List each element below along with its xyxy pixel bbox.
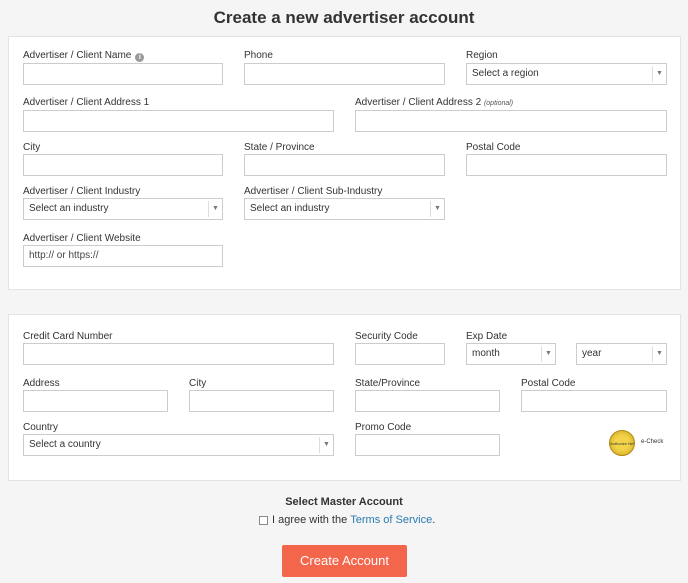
client-name-input[interactable]: [23, 63, 223, 85]
billing-city-input[interactable]: [189, 390, 334, 412]
client-name-label-text: Advertiser / Client Name: [23, 50, 132, 61]
city-label: City: [23, 142, 41, 153]
client-name-label: Advertiser / Client Name i: [23, 50, 145, 62]
chevron-down-icon: ▼: [652, 346, 666, 362]
chevron-down-icon: ▼: [208, 201, 222, 217]
industry-select[interactable]: Select an industry ▼: [23, 198, 223, 220]
exp-month-value: month: [472, 348, 500, 359]
optional-note: (optional): [483, 100, 514, 107]
region-select[interactable]: Select a region ▼: [466, 63, 667, 85]
info-icon[interactable]: i: [135, 53, 145, 62]
cc-input[interactable]: [23, 343, 334, 365]
chevron-down-icon: ▼: [319, 437, 333, 453]
industry-select-value: Select an industry: [29, 203, 109, 214]
state-label: State / Province: [244, 142, 315, 153]
echeck-label: e-Check: [641, 439, 664, 445]
terms-checkbox[interactable]: [259, 515, 268, 525]
promo-input[interactable]: [355, 434, 500, 456]
address1-input[interactable]: [23, 110, 334, 132]
chevron-down-icon: ▼: [430, 201, 444, 217]
address2-label: Advertiser / Client Address 2 (optional): [355, 97, 513, 108]
security-input[interactable]: [355, 343, 445, 365]
postal-label: Postal Code: [466, 142, 521, 153]
chevron-down-icon: ▼: [652, 66, 666, 82]
agree-suffix: .: [432, 514, 436, 526]
postal-input[interactable]: [466, 154, 667, 176]
subindustry-label: Advertiser / Client Sub-Industry: [244, 186, 383, 197]
exp-year-select[interactable]: year ▼: [576, 343, 667, 365]
chevron-down-icon: ▼: [541, 346, 555, 362]
address2-label-text: Advertiser / Client Address 2: [355, 97, 482, 108]
city-input[interactable]: [23, 154, 223, 176]
terms-agreement: I agree with the Terms of Service.: [259, 514, 435, 526]
billing-address-input[interactable]: [23, 390, 168, 412]
country-select[interactable]: Select a country ▼: [23, 434, 334, 456]
create-account-button[interactable]: Create Account: [282, 545, 407, 577]
authorize-net-seal-icon[interactable]: Authorize.Net: [609, 430, 635, 456]
region-label: Region: [466, 50, 498, 61]
state-input[interactable]: [244, 154, 445, 176]
select-master-account-heading: Select Master Account: [285, 496, 403, 508]
agree-text: I agree with the: [272, 514, 348, 526]
cc-label: Credit Card Number: [23, 331, 113, 342]
exp-month-select[interactable]: month ▼: [466, 343, 556, 365]
exp-label: Exp Date: [466, 331, 508, 342]
page-title: Create a new advertiser account: [213, 8, 475, 27]
terms-link[interactable]: Terms of Service: [350, 514, 432, 526]
billing-city-label: City: [189, 378, 207, 389]
address2-input[interactable]: [355, 110, 667, 132]
website-input[interactable]: http:// or https://: [23, 245, 223, 267]
billing-postal-label: Postal Code: [521, 378, 576, 389]
website-label: Advertiser / Client Website: [23, 233, 141, 244]
phone-input[interactable]: [244, 63, 445, 85]
billing-state-label: State/Province: [355, 378, 421, 389]
promo-label: Promo Code: [355, 422, 412, 433]
subindustry-select[interactable]: Select an industry ▼: [244, 198, 445, 220]
security-label: Security Code: [355, 331, 418, 342]
billing-address-label: Address: [23, 378, 60, 389]
billing-postal-input[interactable]: [521, 390, 667, 412]
country-select-value: Select a country: [29, 439, 101, 450]
exp-year-value: year: [582, 348, 602, 359]
address1-label: Advertiser / Client Address 1: [23, 97, 150, 108]
region-select-value: Select a region: [472, 68, 539, 79]
phone-label: Phone: [244, 50, 273, 61]
industry-label: Advertiser / Client Industry: [23, 186, 141, 197]
billing-state-input[interactable]: [355, 390, 500, 412]
subindustry-select-value: Select an industry: [250, 203, 330, 214]
country-label: Country: [23, 422, 59, 433]
